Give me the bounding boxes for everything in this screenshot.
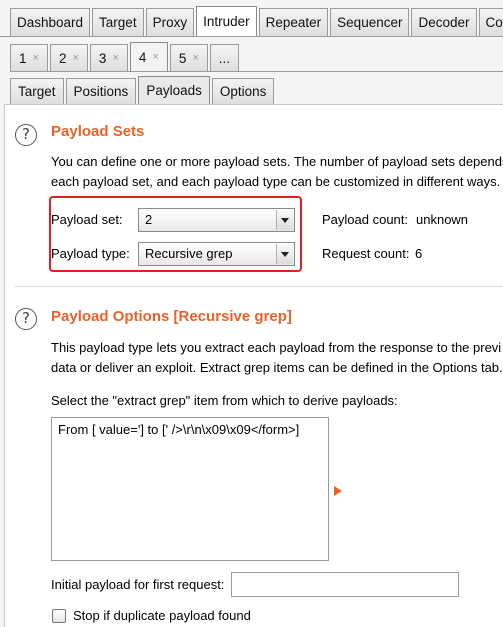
attack-tab-bar-divider: [10, 71, 503, 72]
tab-sequencer[interactable]: Sequencer: [330, 8, 410, 36]
section-tab-payloads[interactable]: Payloads: [138, 76, 210, 104]
main-tab-bar: Dashboard Target Proxy Intruder Repeater Sequ…: [0, 6, 503, 36]
help-icon[interactable]: ?: [15, 124, 37, 146]
attack-tab-label: 4: [138, 49, 147, 65]
request-count-label: Request count:: [322, 246, 410, 261]
tab-target[interactable]: Target: [92, 8, 144, 36]
attack-tab-label: 2: [58, 50, 67, 66]
payload-options-description-line-2: data or deliver an exploit. Extract grep…: [51, 360, 503, 375]
expand-arrow-icon[interactable]: [334, 486, 342, 496]
intruder-section-tab-bar: Target Positions Payloads Options: [10, 76, 503, 104]
attack-tab-label: 3: [98, 50, 107, 66]
section-divider: [15, 286, 503, 287]
main-tab-bar-divider: [0, 36, 503, 37]
extract-grep-select-label: Select the "extract grep" item from whic…: [51, 393, 398, 408]
payload-count-label: Payload count:: [322, 212, 409, 227]
attack-tab-label: 5: [178, 50, 187, 66]
close-icon[interactable]: ×: [192, 52, 198, 64]
tab-repeater[interactable]: Repeater: [258, 8, 329, 36]
attack-tab-2[interactable]: 2 ×: [49, 44, 88, 71]
tab-dashboard[interactable]: Dashboard: [10, 8, 91, 36]
payload-type-label: Payload type:: [51, 246, 130, 261]
burp-intruder-window: Dashboard Target Proxy Intruder Repeater Sequ…: [0, 0, 503, 627]
attack-tab-3[interactable]: 3 ×: [89, 44, 128, 71]
close-icon[interactable]: ×: [152, 51, 158, 63]
attack-tab-label: ...: [218, 50, 231, 66]
payload-type-dropdown[interactable]: Recursive grep: [138, 242, 295, 266]
close-icon[interactable]: ×: [72, 52, 78, 64]
help-icon[interactable]: ?: [15, 308, 37, 330]
chevron-down-icon[interactable]: [276, 210, 293, 230]
tab-com[interactable]: Com: [478, 8, 503, 36]
payload-set-value: 2: [145, 212, 153, 227]
tab-intruder[interactable]: Intruder: [196, 6, 257, 36]
chevron-down-icon[interactable]: [276, 244, 293, 264]
close-icon[interactable]: ×: [33, 52, 39, 64]
attack-tab-1[interactable]: 1 ×: [10, 44, 48, 71]
close-icon[interactable]: ×: [112, 52, 118, 64]
payload-sets-description-line-1: You can define one or more payload sets.…: [51, 154, 503, 169]
payloads-panel: ? Payload Sets You can define one or mor…: [4, 104, 503, 627]
attack-tab-5[interactable]: 5 ×: [169, 44, 208, 71]
intruder-attack-tab-bar: 1 × 2 × 3 × 4 × 5 ×...: [10, 42, 503, 71]
tab-proxy[interactable]: Proxy: [145, 8, 195, 36]
payload-set-label: Payload set:: [51, 212, 123, 227]
payload-set-dropdown[interactable]: 2: [138, 208, 295, 232]
payload-options-title: Payload Options [Recursive grep]: [51, 308, 292, 325]
payload-type-value: Recursive grep: [145, 246, 233, 261]
attack-tab-4[interactable]: 4 ×: [129, 42, 168, 71]
section-tab-target[interactable]: Target: [10, 78, 64, 104]
extract-grep-item[interactable]: From [ value='] to [' />\r\n\x09\x09</fo…: [58, 422, 322, 437]
payload-sets-title: Payload Sets: [51, 123, 145, 140]
initial-payload-input[interactable]: [231, 572, 459, 597]
stop-duplicate-checkbox[interactable]: [52, 609, 66, 623]
attack-tab-more[interactable]: ...: [209, 44, 240, 71]
tab-decoder[interactable]: Decoder: [411, 8, 477, 36]
section-tab-positions[interactable]: Positions: [65, 78, 137, 104]
request-count-value: 6: [415, 246, 423, 261]
stop-duplicate-label: Stop if duplicate payload found: [73, 608, 251, 623]
payload-count-value: unknown: [416, 212, 469, 227]
section-tab-options[interactable]: Options: [211, 78, 275, 104]
attack-tab-label: 1: [19, 50, 27, 66]
payload-options-description-line-1: This payload type lets you extract each …: [51, 340, 502, 355]
extract-grep-list[interactable]: From [ value='] to [' />\r\n\x09\x09</fo…: [51, 417, 329, 561]
initial-payload-label: Initial payload for first request:: [51, 577, 225, 592]
payload-sets-description-line-2: each payload set, and each payload type …: [51, 174, 501, 189]
